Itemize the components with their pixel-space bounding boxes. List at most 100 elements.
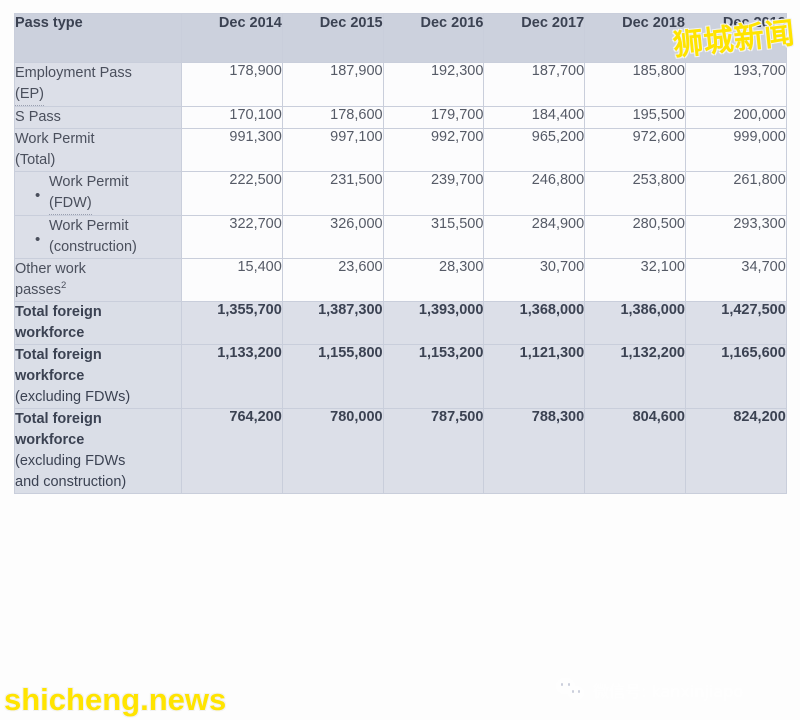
cell-value: 1,165,600 (685, 345, 786, 409)
screenshot-root: Pass type Dec 2014 Dec 2015 Dec 2016 Dec… (0, 0, 800, 720)
column-header-pass-type: Pass type (15, 14, 182, 63)
cell-value: 30,700 (484, 259, 585, 302)
footnote-marker: 2 (61, 280, 66, 291)
cell-value: 184,400 (484, 107, 585, 129)
row-label-text: passes (15, 282, 61, 298)
cell-value: 322,700 (182, 216, 283, 259)
wechat-id-label: 微信号: kanxinjiapo (593, 678, 743, 702)
foreign-workforce-table: Pass type Dec 2014 Dec 2015 Dec 2016 Dec… (14, 13, 787, 494)
cell-value: 195,500 (585, 107, 686, 129)
table-row-total: Total foreign workforce (excluding FDWs … (15, 409, 787, 494)
cell-value: 231,500 (282, 172, 383, 216)
table-header-row: Pass type Dec 2014 Dec 2015 Dec 2016 Dec… (15, 14, 787, 63)
table-header: Pass type Dec 2014 Dec 2015 Dec 2016 Dec… (15, 14, 787, 63)
row-label-work-permit-total: Work Permit (Total) (15, 129, 182, 172)
row-label-line-qualifier: and construction) (15, 472, 181, 493)
cell-value: 280,500 (585, 216, 686, 259)
row-label-line: (Total) (15, 150, 181, 171)
cell-value: 34,700 (685, 259, 786, 302)
cell-value: 326,000 (282, 216, 383, 259)
table-row-total: Total foreign workforce 1,355,700 1,387,… (15, 302, 787, 345)
row-label-line: Work Permit (49, 216, 181, 237)
row-label-line: Total foreign (15, 409, 181, 430)
cell-value: 787,500 (383, 409, 484, 494)
table-row: Other work passes2 15,400 23,600 28,300 … (15, 259, 787, 302)
row-label-line: Total foreign (15, 345, 181, 366)
row-label-total-foreign-workforce: Total foreign workforce (15, 302, 182, 345)
row-label-line-qualifier: (excluding FDWs (15, 451, 181, 472)
cell-value: 1,132,200 (585, 345, 686, 409)
cell-value: 246,800 (484, 172, 585, 216)
cell-value: 253,800 (585, 172, 686, 216)
row-label-work-permit-fdw: Work Permit (FDW) (15, 172, 182, 216)
cell-value: 1,153,200 (383, 345, 484, 409)
row-label-line-abbr: (FDW) (49, 193, 92, 215)
cell-value: 1,386,000 (585, 302, 686, 345)
cell-value: 997,100 (282, 129, 383, 172)
cell-value: 187,900 (282, 63, 383, 107)
cell-value: 972,600 (585, 129, 686, 172)
row-label-other-work-passes: Other work passes2 (15, 259, 182, 302)
row-label-employment-pass: Employment Pass (EP) (15, 63, 182, 107)
cell-value: 965,200 (484, 129, 585, 172)
column-header-dec-2016: Dec 2016 (383, 14, 484, 63)
cell-value: 991,300 (182, 129, 283, 172)
row-label-total-excluding-fdws-construction: Total foreign workforce (excluding FDWs … (15, 409, 182, 494)
row-label-total-excluding-fdws: Total foreign workforce (excluding FDWs) (15, 345, 182, 409)
row-label-line: (construction) (49, 237, 181, 258)
column-header-dec-2015: Dec 2015 (282, 14, 383, 63)
row-label-line: workforce (15, 430, 181, 451)
row-label-line: Work Permit (15, 129, 181, 150)
cell-value: 1,133,200 (182, 345, 283, 409)
row-label-line: Total foreign (15, 302, 181, 323)
column-header-dec-2018: Dec 2018 (585, 14, 686, 63)
table-row: Work Permit (construction) 322,700 326,0… (15, 216, 787, 259)
cell-value: 192,300 (383, 63, 484, 107)
table-row-total: Total foreign workforce (excluding FDWs)… (15, 345, 787, 409)
foreign-workforce-table-container: Pass type Dec 2014 Dec 2015 Dec 2016 Dec… (14, 13, 786, 494)
cell-value: 1,368,000 (484, 302, 585, 345)
cell-value: 284,900 (484, 216, 585, 259)
cell-value: 239,700 (383, 172, 484, 216)
cell-value: 23,600 (282, 259, 383, 302)
cell-value: 780,000 (282, 409, 383, 494)
cell-value: 261,800 (685, 172, 786, 216)
table-row: S Pass 170,100 178,600 179,700 184,400 1… (15, 107, 787, 129)
wechat-icon (556, 678, 586, 702)
cell-value: 222,500 (182, 172, 283, 216)
row-label-line: Other work (15, 259, 181, 280)
cell-value: 804,600 (585, 409, 686, 494)
row-label-line: S Pass (15, 107, 181, 128)
column-header-dec-2017: Dec 2017 (484, 14, 585, 63)
cell-value: 788,300 (484, 409, 585, 494)
table-row: Work Permit (Total) 991,300 997,100 992,… (15, 129, 787, 172)
cell-value: 179,700 (383, 107, 484, 129)
cell-value: 200,000 (685, 107, 786, 129)
cell-value: 28,300 (383, 259, 484, 302)
row-label-work-permit-construction: Work Permit (construction) (15, 216, 182, 259)
cell-value: 999,000 (685, 129, 786, 172)
cell-value: 193,700 (685, 63, 786, 107)
row-label-line-abbr: (EP) (15, 84, 44, 106)
table-body: Employment Pass (EP) 178,900 187,900 192… (15, 63, 787, 494)
watermark-bottom-left: shicheng.news (4, 682, 226, 718)
cell-value: 1,393,000 (383, 302, 484, 345)
cell-value: 1,387,300 (282, 302, 383, 345)
cell-value: 315,500 (383, 216, 484, 259)
cell-value: 1,355,700 (182, 302, 283, 345)
cell-value: 187,700 (484, 63, 585, 107)
table-row: Work Permit (FDW) 222,500 231,500 239,70… (15, 172, 787, 216)
cell-value: 32,100 (585, 259, 686, 302)
row-label-s-pass: S Pass (15, 107, 182, 129)
wechat-credit: 微信号: kanxinjiapo (556, 678, 743, 702)
cell-value: 764,200 (182, 409, 283, 494)
column-header-dec-2019: Dec 2019 (685, 14, 786, 63)
column-header-dec-2014: Dec 2014 (182, 14, 283, 63)
cell-value: 824,200 (685, 409, 786, 494)
row-label-line: Employment Pass (15, 63, 181, 84)
cell-value: 1,121,300 (484, 345, 585, 409)
cell-value: 293,300 (685, 216, 786, 259)
cell-value: 992,700 (383, 129, 484, 172)
row-label-line: Work Permit (49, 172, 181, 193)
cell-value: 178,600 (282, 107, 383, 129)
